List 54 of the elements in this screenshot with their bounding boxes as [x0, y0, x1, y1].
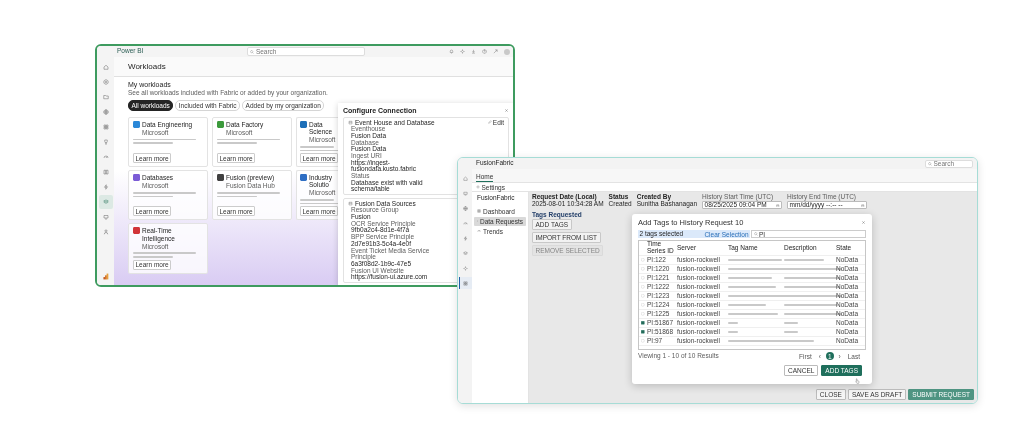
gear-icon [476, 185, 480, 189]
text-line [728, 277, 772, 279]
close-icon[interactable] [504, 108, 509, 113]
grid-icon [477, 209, 481, 214]
grid-icon [463, 280, 468, 286]
database-icon [348, 200, 353, 206]
calendar-icon [861, 203, 865, 208]
layers-icon [102, 199, 109, 205]
globe-icon [463, 205, 468, 211]
page-title: Workloads [128, 62, 166, 71]
text-line [728, 304, 766, 306]
person-icon [102, 229, 109, 235]
bolt-icon [102, 184, 109, 190]
text-line [728, 259, 782, 261]
bolt-icon [463, 235, 468, 241]
grid-icon [102, 124, 109, 130]
calendar-icon [776, 203, 780, 208]
text-line [784, 331, 798, 333]
text-line [784, 304, 838, 306]
avatar-icon[interactable] [504, 48, 510, 55]
text-line [784, 322, 798, 324]
text-line [728, 286, 776, 288]
search-icon [250, 49, 255, 54]
database-icon [348, 119, 353, 125]
download-icon[interactable] [471, 49, 476, 54]
book-icon [102, 169, 109, 175]
help-icon[interactable] [482, 49, 487, 54]
rail-item[interactable] [458, 277, 472, 289]
text-line [728, 322, 738, 324]
close-icon[interactable] [861, 220, 866, 225]
checkbox[interactable] [641, 321, 645, 325]
search-icon [928, 161, 932, 166]
search-icon [753, 232, 758, 236]
bar-chart-logo-icon [102, 273, 109, 280]
pencil-icon [487, 120, 492, 124]
bell-icon[interactable] [449, 49, 454, 54]
globe-icon [102, 109, 109, 115]
share-icon[interactable] [493, 49, 498, 54]
gauge-icon [102, 154, 109, 160]
monitor-icon [463, 190, 468, 196]
gear-icon [463, 265, 468, 271]
text-line [728, 313, 778, 315]
text-line [784, 259, 824, 261]
monitor-icon [102, 214, 109, 220]
trophy-icon [102, 139, 109, 145]
text-line [728, 331, 738, 333]
hand-cursor-icon [855, 378, 860, 384]
house-icon [102, 64, 109, 70]
layers-icon [463, 250, 468, 256]
house-icon [463, 175, 468, 181]
gear-icon[interactable] [460, 49, 465, 54]
folder-icon [102, 94, 109, 100]
checkbox[interactable] [641, 330, 645, 334]
gauge-icon [463, 220, 468, 226]
